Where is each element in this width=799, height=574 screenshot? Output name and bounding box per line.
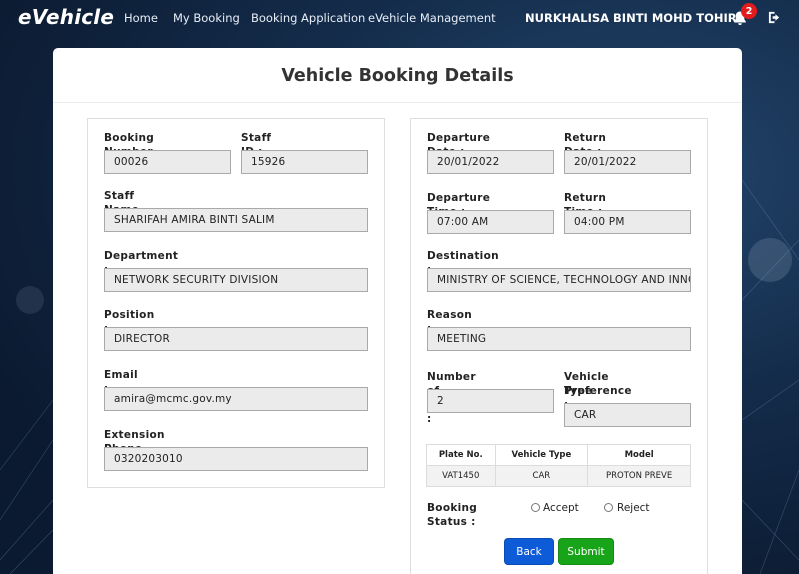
- user-name[interactable]: NURKHALISA BINTI MOHD TOHIR: [525, 11, 737, 25]
- extension-field[interactable]: 0320203010: [104, 447, 368, 471]
- page-title: Vehicle Booking Details: [281, 66, 514, 86]
- logout-icon[interactable]: [768, 11, 781, 24]
- booking-status-label: Booking Status :: [427, 502, 478, 528]
- accept-label[interactable]: Accept: [543, 502, 579, 514]
- return-date-field[interactable]: 20/01/2022: [564, 150, 691, 174]
- departure-date-field[interactable]: 20/01/2022: [427, 150, 554, 174]
- cell-plate-no: VAT1450: [426, 465, 496, 487]
- reason-field[interactable]: MEETING: [427, 327, 691, 351]
- cell-vehicle-type: CAR: [494, 465, 589, 487]
- top-navbar: eVehicle Home My Booking Booking Applica…: [0, 0, 799, 36]
- booking-number-field[interactable]: 00026: [104, 150, 231, 174]
- nav-evehicle-management[interactable]: eVehicle Management: [368, 11, 496, 25]
- nav-booking-application[interactable]: Booking Application: [251, 11, 365, 25]
- brand-logo[interactable]: eVehicle: [18, 5, 114, 29]
- vehicle-pref-field[interactable]: CAR: [564, 403, 691, 427]
- staff-name-field[interactable]: SHARIFAH AMIRA BINTI SALIM: [104, 208, 368, 232]
- accept-radio[interactable]: [531, 503, 540, 512]
- destination-field[interactable]: MINISTRY OF SCIENCE, TECHNOLOGY AND INNO…: [427, 268, 691, 292]
- department-field[interactable]: NETWORK SECURITY DIVISION: [104, 268, 368, 292]
- col-model: Model: [587, 444, 691, 466]
- submit-button[interactable]: Submit: [558, 538, 614, 565]
- staff-id-field[interactable]: 15926: [241, 150, 368, 174]
- vehicle-table: Plate No. Vehicle Type Model VAT1450 CAR…: [426, 444, 691, 487]
- departure-time-field[interactable]: 07:00 AM: [427, 210, 554, 234]
- notification-badge: 2: [741, 3, 757, 19]
- nav-my-booking[interactable]: My Booking: [173, 11, 240, 25]
- col-vehicle-type: Vehicle Type: [494, 444, 589, 466]
- passenger-field[interactable]: 2: [427, 389, 554, 413]
- back-button[interactable]: Back: [504, 538, 554, 565]
- nav-home[interactable]: Home: [124, 11, 158, 25]
- table-header-row: Plate No. Vehicle Type Model: [426, 444, 691, 466]
- return-time-field[interactable]: 04:00 PM: [564, 210, 691, 234]
- position-field[interactable]: DIRECTOR: [104, 327, 368, 351]
- reject-label[interactable]: Reject: [617, 502, 650, 514]
- cell-model: PROTON PREVE: [587, 465, 691, 487]
- col-plate-no: Plate No.: [426, 444, 496, 466]
- table-row[interactable]: VAT1450 CAR PROTON PREVE: [426, 465, 691, 487]
- email-field[interactable]: amira@mcmc.gov.my: [104, 387, 368, 411]
- title-divider: [53, 102, 742, 103]
- reject-radio[interactable]: [604, 503, 613, 512]
